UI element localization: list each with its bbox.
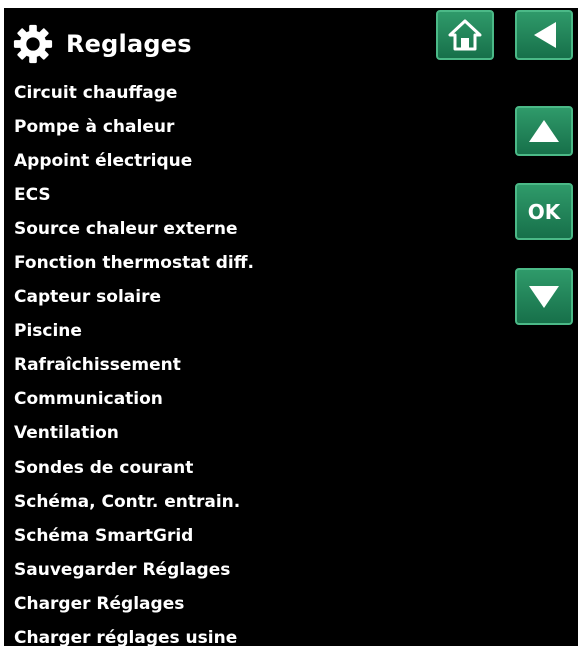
page-title: Reglages: [66, 30, 192, 58]
menu-item-capteur-solaire[interactable]: Capteur solaire: [14, 280, 254, 314]
menu-item-charger-reglages-usine[interactable]: Charger réglages usine: [14, 621, 254, 646]
menu-item-schema-smartgrid[interactable]: Schéma SmartGrid: [14, 519, 254, 553]
back-button[interactable]: [515, 10, 573, 60]
ok-button[interactable]: OK: [515, 183, 573, 240]
scroll-up-button[interactable]: [515, 106, 573, 156]
home-button[interactable]: [436, 10, 494, 60]
ok-button-label: OK: [527, 199, 561, 224]
menu-item-source-chaleur-externe[interactable]: Source chaleur externe: [14, 212, 254, 246]
home-icon: [448, 19, 482, 51]
scroll-down-button[interactable]: [515, 268, 573, 325]
menu-item-communication[interactable]: Communication: [14, 382, 254, 416]
arrow-up-icon: [529, 120, 559, 142]
menu-item-charger-reglages[interactable]: Charger Réglages: [14, 587, 254, 621]
menu-item-circuit-chauffage[interactable]: Circuit chauffage: [14, 76, 254, 110]
menu-item-ventilation[interactable]: Ventilation: [14, 416, 254, 450]
menu-item-piscine[interactable]: Piscine: [14, 314, 254, 348]
gear-icon: [13, 24, 53, 64]
menu-item-schema-contr-entrain[interactable]: Schéma, Contr. entrain.: [14, 485, 254, 519]
back-arrow-icon: [534, 22, 556, 48]
menu-item-sauvegarder-reglages[interactable]: Sauvegarder Réglages: [14, 553, 254, 587]
settings-menu: Circuit chauffage Pompe à chaleur Appoin…: [14, 76, 254, 646]
menu-item-ecs[interactable]: ECS: [14, 178, 254, 212]
menu-item-pompe-a-chaleur[interactable]: Pompe à chaleur: [14, 110, 254, 144]
menu-item-sondes-de-courant[interactable]: Sondes de courant: [14, 451, 254, 485]
header: Reglages: [12, 16, 192, 72]
arrow-down-icon: [529, 285, 559, 308]
menu-item-fonction-thermostat-diff[interactable]: Fonction thermostat diff.: [14, 246, 254, 280]
settings-screen: Reglages Circuit chauffage Pompe à chale…: [4, 8, 578, 646]
menu-item-appoint-electrique[interactable]: Appoint électrique: [14, 144, 254, 178]
menu-item-rafraichissement[interactable]: Rafraîchissement: [14, 348, 254, 382]
